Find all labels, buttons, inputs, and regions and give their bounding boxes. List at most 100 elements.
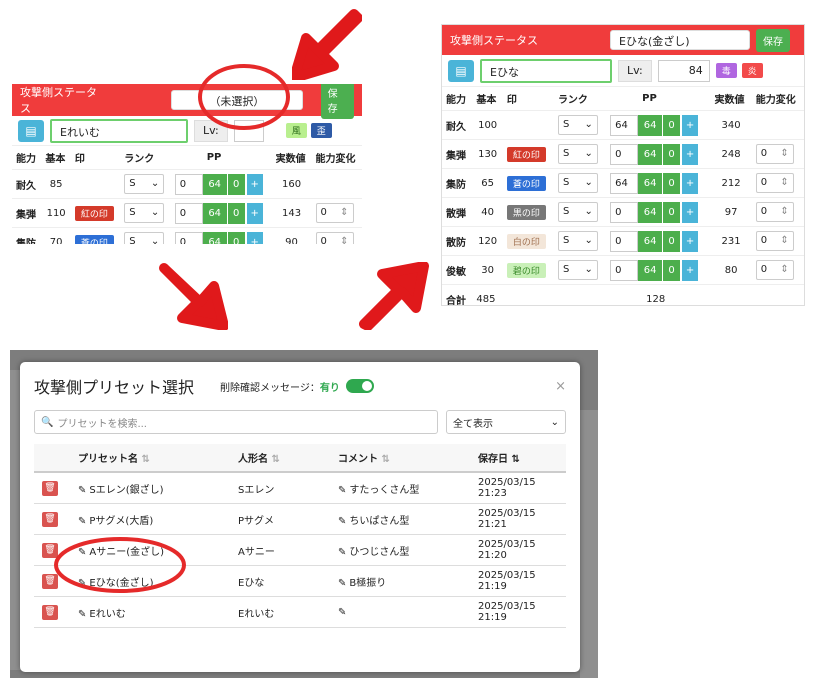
pp-input[interactable]: 64 [610,172,639,194]
trash-icon[interactable]: 🗑 [42,604,58,620]
col-comment[interactable]: コメント ⇅ [334,444,474,473]
pencil-icon[interactable]: ✎ [78,516,86,527]
pp-input[interactable]: 0 [610,259,639,281]
list-icon[interactable]: ▤ [448,59,474,82]
stat-row: 集弾 110 紅の印 S ⌄ 0 64 0 +143 0 ⇕ [12,198,362,228]
pp-zero-button[interactable]: 0 [226,231,245,244]
stat-change-stepper[interactable]: 0 ⇕ [315,203,354,223]
stepper-icon: ⇕ [780,235,789,246]
preset-name-cell[interactable]: ✎ Eれいむ [74,596,234,628]
pp-zero-button[interactable]: 0 [662,201,681,223]
pp-input[interactable]: 64 [610,114,639,136]
rank-select[interactable]: S ⌄ [557,202,598,222]
pp-max-button[interactable]: 64 [638,172,663,194]
search-field[interactable]: 🔍 プリセットを検索... [34,410,438,434]
pp-zero-button[interactable]: 0 [662,230,681,252]
rank-select[interactable]: S ⌄ [124,232,165,244]
pp-plus-button[interactable]: + [682,201,699,223]
stat-base: 70 [41,227,71,244]
pencil-icon[interactable]: ✎ [338,547,346,558]
pp-zero-button[interactable]: 0 [226,173,245,195]
pp-plus-button[interactable]: + [682,259,699,281]
table-row[interactable]: 🗑 ✎ Sエレン(銀ざし) Sエレン ✎ すたっくさん型 2025/03/15 21:23 [34,472,566,504]
stat-row: 耐久 85 S ⌄ 0 64 0 +160 [12,169,362,199]
stat-change-stepper[interactable]: 0 ⇕ [755,144,794,164]
column-header: 印 [74,154,85,165]
pp-input[interactable]: 0 [174,202,203,224]
stat-change-stepper[interactable]: 0 ⇕ [755,260,794,280]
pencil-icon[interactable]: ✎ [78,609,86,620]
pp-plus-button[interactable]: + [246,202,263,224]
pp-zero-button[interactable]: 0 [662,172,681,194]
table-row[interactable]: 🗑 ✎ Pサグメ(大盾) Pサグメ ✎ ちいぱさん型 2025/03/15 21:21 [34,503,566,535]
pp-max-button[interactable]: 64 [638,230,663,252]
stepper-icon: ⇕ [340,236,349,244]
comment-cell[interactable]: ✎ B極振り [334,565,474,597]
pencil-icon[interactable]: ✎ [338,485,346,496]
rank-select[interactable]: S ⌄ [557,115,598,135]
list-icon[interactable]: ▤ [18,119,44,142]
pp-plus-button[interactable]: + [246,173,263,195]
rank-select[interactable]: S ⌄ [124,174,165,194]
pp-input[interactable]: 0 [610,230,639,252]
pp-max-button[interactable]: 64 [638,143,663,165]
comment-cell[interactable]: ✎ [334,596,474,628]
save-button[interactable]: 保存 [320,84,354,119]
trash-icon[interactable]: 🗑 [42,511,58,527]
pp-input[interactable]: 0 [610,143,639,165]
rank-select[interactable]: S ⌄ [557,231,598,251]
pp-input[interactable]: 0 [610,201,639,223]
pp-plus-button[interactable]: + [682,230,699,252]
close-icon[interactable]: × [555,379,566,394]
stat-change-stepper[interactable]: 0 ⇕ [315,232,354,244]
pp-zero-button[interactable]: 0 [662,259,681,281]
rank-select[interactable]: S ⌄ [557,260,598,280]
pp-zero-button[interactable]: 0 [226,202,245,224]
bg-right-strip [580,410,598,678]
stat-change-stepper[interactable]: 0 ⇕ [755,202,794,222]
pp-max-button[interactable]: 64 [638,114,663,136]
pp-plus-button[interactable]: + [682,143,699,165]
col-saved-date[interactable]: 保存日 ⇅ [474,444,566,473]
doll-row: ▤ Eひな Lv: 84 毒炎 [442,55,804,87]
filter-select[interactable]: 全て表示 ⌄ [446,410,566,434]
arrow-up-right-icon [359,262,429,330]
pencil-icon[interactable]: ✎ [78,485,86,496]
doll-row: ▤ Eれいむ Lv: 風歪 [12,116,362,146]
doll-name-input[interactable]: Eひな [480,58,612,83]
rank-select[interactable]: S ⌄ [124,203,165,223]
pp-max-button[interactable]: 64 [202,202,227,224]
rank-select[interactable]: S ⌄ [557,144,598,164]
preset-name-cell[interactable]: ✎ Sエレン(銀ざし) [74,472,234,504]
preset-name-input[interactable]: Eひな(金ざし) [610,30,750,50]
pp-plus-button[interactable]: + [682,114,699,136]
comment-cell[interactable]: ✎ ひつじさん型 [334,534,474,566]
table-row[interactable]: 🗑 ✎ Eれいむ Eれいむ ✎ 2025/03/15 21:19 [34,596,566,628]
pp-input[interactable]: 0 [174,173,203,195]
pp-max-button[interactable]: 64 [202,173,227,195]
pp-max-button[interactable]: 64 [202,231,227,244]
pp-max-button[interactable]: 64 [638,201,663,223]
pp-input[interactable]: 0 [174,231,203,244]
pencil-icon[interactable]: ✎ [338,516,346,527]
stat-change-stepper[interactable]: 0 ⇕ [755,173,794,193]
confirm-toggle[interactable] [345,379,374,393]
pp-zero-button[interactable]: 0 [662,114,681,136]
lv-input[interactable]: 84 [657,59,710,82]
pp-plus-button[interactable]: + [682,172,699,194]
comment-cell[interactable]: ✎ ちいぱさん型 [334,503,474,535]
pp-max-button[interactable]: 64 [638,259,663,281]
doll-name-input[interactable]: Eれいむ [50,118,188,143]
pencil-icon[interactable]: ✎ [338,578,346,589]
pencil-icon[interactable]: ✎ [338,607,346,618]
save-button[interactable]: 保存 [756,28,790,52]
pp-zero-button[interactable]: 0 [662,143,681,165]
comment-cell[interactable]: ✎ すたっくさん型 [334,472,474,504]
trash-icon[interactable]: 🗑 [42,480,58,496]
pp-plus-button[interactable]: + [246,231,263,244]
col-preset-name[interactable]: プリセット名 ⇅ [74,444,234,473]
stat-change-stepper[interactable]: 0 ⇕ [755,231,794,251]
rank-select[interactable]: S ⌄ [557,173,598,193]
col-doll-name[interactable]: 人形名 ⇅ [234,444,334,473]
preset-name-cell[interactable]: ✎ Pサグメ(大盾) [74,503,234,535]
